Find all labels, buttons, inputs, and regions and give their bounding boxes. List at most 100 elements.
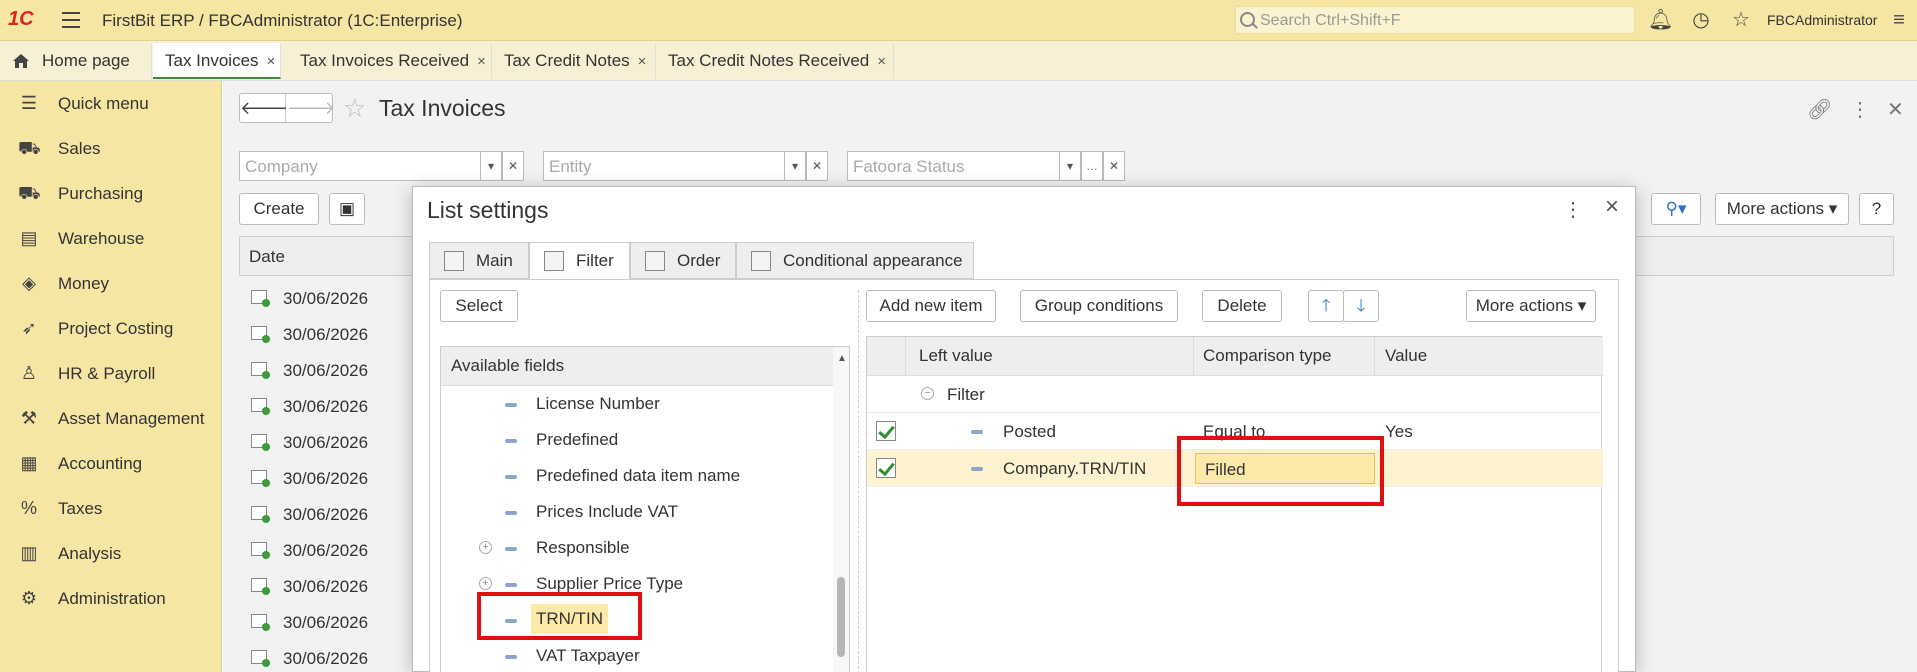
sidebar-item-sales[interactable]: ⛟ Sales [0, 130, 222, 166]
logo-1c[interactable]: 1C [8, 8, 48, 32]
sidebar-item-purchasing[interactable]: ⛟ Purchasing [0, 175, 222, 211]
scroll-up-icon[interactable]: ▲ [837, 353, 847, 364]
close-icon[interactable]: ✕ [1887, 97, 1904, 122]
sidebar-item-project-costing[interactable]: ➶ Project Costing [0, 310, 222, 346]
sidebar-item-asset-management[interactable]: ⚒ Asset Management [0, 400, 222, 436]
scroll-thumb[interactable] [837, 577, 845, 657]
more-actions-button[interactable]: More actions ▾ [1715, 193, 1849, 225]
tab-tax-credit-notes[interactable]: Tax Credit Notes × [492, 43, 656, 79]
table-row[interactable]: 30/06/2026 [239, 388, 439, 424]
expand-plus-icon[interactable]: + [479, 577, 492, 590]
field-item[interactable]: VAT Taxpayer [441, 638, 831, 672]
settings-menu-icon[interactable]: ≡ [1888, 9, 1910, 31]
tab-order[interactable]: Order [630, 242, 736, 279]
collapse-minus-icon[interactable]: − [921, 387, 934, 400]
tab-home-page[interactable]: Home page [0, 43, 152, 79]
field-item[interactable]: Predefined data item name [441, 458, 831, 494]
table-row[interactable]: 30/06/2026 [239, 460, 439, 496]
table-row[interactable]: 30/06/2026 [239, 316, 439, 352]
search-input[interactable]: Search Ctrl+Shift+F [1235, 6, 1635, 34]
more-vertical-icon[interactable]: ⋮ [1850, 97, 1870, 122]
table-row[interactable]: 30/06/2026 [239, 280, 439, 316]
tab-main[interactable]: Main [429, 242, 529, 279]
column-separator [905, 337, 906, 376]
history-icon[interactable]: ◷ [1690, 9, 1712, 31]
tab-conditional-appearance[interactable]: Conditional appearance [736, 242, 974, 279]
annotation-box-filled [1177, 436, 1384, 506]
field-item[interactable]: License Number [441, 386, 831, 422]
help-button[interactable]: ? [1859, 193, 1894, 225]
select-ellipsis-icon[interactable]: … [1081, 151, 1103, 181]
forward-arrow-icon[interactable]: 🡒 [287, 94, 335, 122]
select-button[interactable]: Select [440, 290, 518, 322]
sidebar-item-accounting[interactable]: ▦ Accounting [0, 445, 222, 481]
move-up-arrow-icon[interactable]: 🡑 [1308, 290, 1344, 322]
sidebar-item-label: Project Costing [58, 319, 174, 338]
close-icon[interactable]: × [638, 53, 647, 70]
search-options-button[interactable]: ⚲▾ [1651, 193, 1701, 225]
tab-filter[interactable]: Filter [529, 242, 630, 279]
bell-icon[interactable]: 🔔︎ [1648, 9, 1673, 31]
column-date[interactable]: Date [249, 247, 285, 267]
group-conditions-button[interactable]: Group conditions [1020, 290, 1178, 322]
clear-icon[interactable]: ✕ [1103, 151, 1125, 181]
entity-filter-input[interactable]: Entity [543, 151, 785, 181]
dropdown-icon[interactable]: ▾ [784, 151, 806, 181]
field-label: VAT Taxpayer [536, 646, 640, 665]
enabled-checkbox[interactable] [876, 421, 896, 441]
sidebar-item-analysis[interactable]: ▥ Analysis [0, 535, 222, 571]
panel-splitter[interactable] [858, 290, 859, 672]
hamburger-icon[interactable] [62, 12, 80, 28]
sidebar-item-taxes[interactable]: % Taxes [0, 490, 222, 526]
table-row[interactable]: 30/06/2026 [239, 640, 439, 672]
table-row[interactable]: 30/06/2026 [239, 424, 439, 460]
create-button[interactable]: Create [239, 193, 319, 225]
tab-tax-invoices[interactable]: Tax Invoices × [153, 43, 281, 79]
table-row[interactable]: 30/06/2026 [239, 496, 439, 532]
favorites-star-icon[interactable]: ☆ [1730, 9, 1752, 31]
expand-plus-icon[interactable]: + [479, 541, 492, 554]
column-left-value[interactable]: Left value [919, 346, 993, 366]
close-icon[interactable]: × [267, 53, 276, 70]
field-label: Predefined [536, 430, 619, 449]
dropdown-icon[interactable]: ▾ [1059, 151, 1081, 181]
close-icon[interactable]: × [1605, 193, 1619, 221]
filter-group-row[interactable]: − Filter [867, 376, 1603, 413]
close-icon[interactable]: × [877, 53, 886, 70]
sidebar-item-warehouse[interactable]: ▤ Warehouse [0, 220, 222, 256]
close-icon[interactable]: × [477, 53, 486, 70]
field-item[interactable]: Predefined [441, 422, 831, 458]
sidebar-item-money[interactable]: ◈ Money [0, 265, 222, 301]
favorite-star-icon[interactable]: ☆ [343, 93, 366, 123]
table-row[interactable]: 30/06/2026 [239, 604, 439, 640]
tab-tax-credit-notes-received[interactable]: Tax Credit Notes Received × [656, 43, 894, 79]
table-row[interactable]: 30/06/2026 [239, 352, 439, 388]
delete-button[interactable]: Delete [1202, 290, 1282, 322]
clear-icon[interactable]: ✕ [806, 151, 828, 181]
enabled-checkbox[interactable] [876, 458, 896, 478]
field-icon [505, 475, 517, 479]
column-comparison-type[interactable]: Comparison type [1203, 346, 1332, 366]
field-item[interactable]: Prices Include VAT [441, 494, 831, 530]
table-row[interactable]: 30/06/2026 [239, 568, 439, 604]
sidebar-item-hr-payroll[interactable]: ♙ HR & Payroll [0, 355, 222, 391]
back-arrow-icon[interactable]: 🡐 [240, 94, 288, 122]
vertical-scrollbar[interactable]: ▲ [833, 347, 849, 672]
move-down-arrow-icon[interactable]: 🡓 [1343, 290, 1379, 322]
more-actions-button[interactable]: More actions ▾ [1466, 290, 1596, 322]
clear-icon[interactable]: ✕ [502, 151, 524, 181]
field-item[interactable]: + Responsible [441, 530, 831, 566]
link-icon[interactable]: 🔗︎ [1807, 97, 1832, 122]
sidebar-item-quick-menu[interactable]: ☰ Quick menu [0, 85, 222, 121]
add-new-item-button[interactable]: Add new item [866, 290, 996, 322]
save-doc-icon[interactable]: ▣ [329, 193, 365, 225]
more-vertical-icon[interactable]: ⋮ [1563, 197, 1583, 222]
column-value[interactable]: Value [1385, 346, 1427, 366]
sidebar-item-administration[interactable]: ⚙ Administration [0, 580, 222, 616]
user-name[interactable]: FBCAdministrator [1767, 12, 1877, 28]
dropdown-icon[interactable]: ▾ [480, 151, 502, 181]
fatoora-status-filter-input[interactable]: Fatoora Status [847, 151, 1060, 181]
table-row[interactable]: 30/06/2026 [239, 532, 439, 568]
tab-tax-invoices-received[interactable]: Tax Invoices Received × [288, 43, 492, 79]
company-filter-input[interactable]: Company [239, 151, 481, 181]
